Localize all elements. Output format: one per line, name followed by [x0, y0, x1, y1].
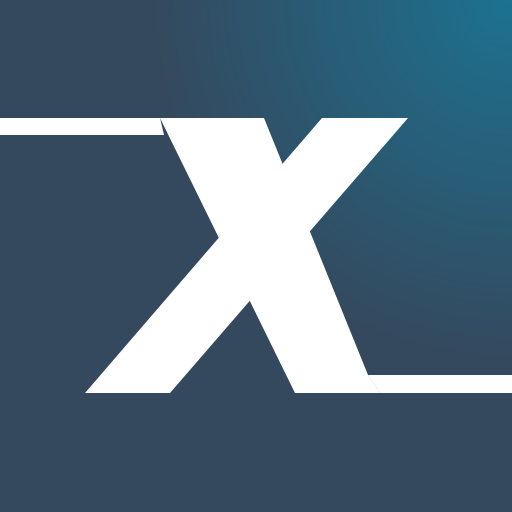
app-icon	[0, 0, 512, 512]
x-logo-icon	[0, 0, 512, 512]
lower-rule	[368, 375, 512, 393]
upper-rule	[0, 118, 164, 135]
